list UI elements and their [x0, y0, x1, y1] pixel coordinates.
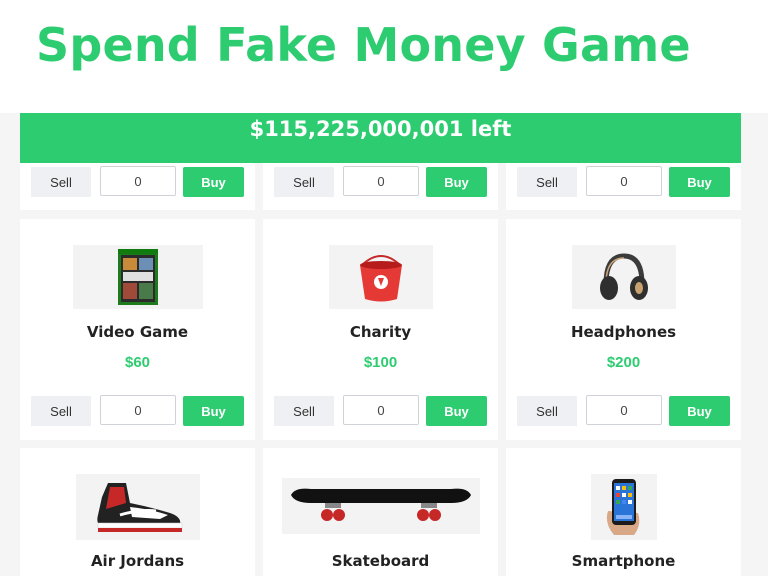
item-name: Headphones	[570, 323, 677, 341]
item-card-air-jordans: Air Jordans	[20, 448, 255, 576]
item-card-headphones: Headphones $200 Sell Buy	[506, 219, 741, 440]
sell-button[interactable]: Sell	[274, 396, 334, 426]
item-name: Charity	[349, 323, 412, 341]
quantity-input[interactable]	[586, 166, 662, 196]
sell-button[interactable]: Sell	[517, 396, 577, 426]
money-left-banner: $115,225,000,001 left	[20, 113, 741, 163]
skateboard-icon	[281, 478, 480, 534]
item-name: Smartphone	[571, 552, 676, 570]
page-title: Spend Fake Money Game	[36, 18, 691, 72]
item-controls: Sell Buy	[274, 395, 487, 426]
smartphone-icon	[590, 474, 657, 540]
money-left-text: $115,225,000,001 left	[249, 117, 512, 141]
item-controls: Sell Buy	[517, 166, 730, 197]
item-card-skateboard: Skateboard	[263, 448, 498, 576]
sell-button[interactable]: Sell	[517, 167, 577, 197]
quantity-input[interactable]	[343, 395, 419, 425]
quantity-input[interactable]	[100, 395, 176, 425]
item-controls: Sell Buy	[517, 395, 730, 426]
quantity-input[interactable]	[343, 166, 419, 196]
item-name: Air Jordans	[90, 552, 185, 570]
item-price: $60	[124, 354, 151, 371]
buy-button[interactable]: Buy	[426, 396, 487, 426]
video-game-case-icon	[72, 245, 203, 309]
sell-button[interactable]: Sell	[31, 167, 91, 197]
item-price: $200	[606, 354, 641, 371]
sneaker-icon	[75, 474, 200, 540]
item-controls: Sell Buy	[274, 166, 487, 197]
buy-button[interactable]: Buy	[669, 167, 730, 197]
buy-button[interactable]: Buy	[426, 167, 487, 197]
item-card-charity: Charity $100 Sell Buy	[263, 219, 498, 440]
item-name: Skateboard	[331, 552, 430, 570]
item-controls: Sell Buy	[31, 395, 244, 426]
charity-bucket-icon	[328, 245, 433, 309]
game-area: $115,225,000,001 left Sell Buy Sell Buy …	[0, 113, 768, 576]
quantity-input[interactable]	[586, 395, 662, 425]
item-controls: Sell Buy	[31, 166, 244, 197]
item-card-smartphone: Smartphone	[506, 448, 741, 576]
sell-button[interactable]: Sell	[31, 396, 91, 426]
buy-button[interactable]: Buy	[669, 396, 730, 426]
item-price: $100	[363, 354, 398, 371]
headphones-icon	[571, 245, 676, 309]
item-name: Video Game	[86, 323, 189, 341]
buy-button[interactable]: Buy	[183, 167, 244, 197]
buy-button[interactable]: Buy	[183, 396, 244, 426]
quantity-input[interactable]	[100, 166, 176, 196]
sell-button[interactable]: Sell	[274, 167, 334, 197]
item-card-video-game: Video Game $60 Sell Buy	[20, 219, 255, 440]
